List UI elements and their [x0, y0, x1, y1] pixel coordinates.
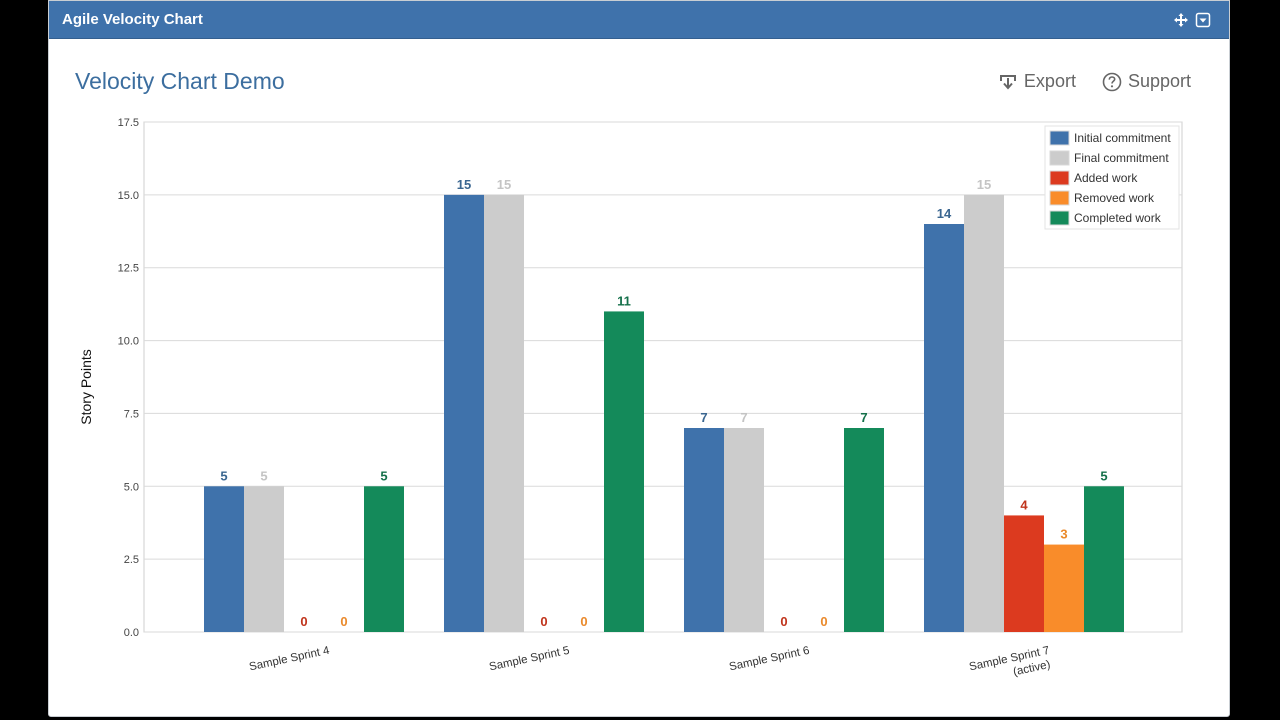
x-tick-label-line: Sample Sprint 5 [488, 645, 571, 674]
bar [924, 224, 964, 632]
data-label: 0 [820, 614, 827, 629]
legend-swatch [1049, 150, 1070, 166]
y-tick-label: 17.5 [118, 117, 139, 129]
data-label: 0 [540, 614, 547, 629]
bar [1044, 544, 1084, 632]
x-tick-label: Sample Sprint 4 [248, 645, 331, 674]
data-label: 7 [740, 410, 747, 425]
y-tick-label: 7.5 [124, 408, 139, 420]
x-tick-label: Sample Sprint 7(active) [968, 645, 1053, 687]
data-label: 0 [300, 614, 307, 629]
x-tick-label-line: Sample Sprint 4 [248, 645, 331, 674]
y-tick-label: 2.5 [124, 554, 139, 566]
data-label: 7 [860, 410, 867, 425]
bar [964, 194, 1004, 632]
data-label: 5 [220, 468, 227, 483]
x-tick-label-line: Sample Sprint 6 [728, 645, 811, 674]
y-axis-ticks: 0.0 2.5 5.0 7.5 10.0 12.5 15.0 17.5 [118, 117, 139, 639]
y-tick-label: 12.5 [118, 263, 139, 275]
data-label: 3 [1060, 527, 1067, 542]
data-label: 14 [937, 206, 952, 221]
legend-swatch [1049, 130, 1070, 146]
bar [1004, 515, 1044, 632]
data-label: 0 [780, 614, 787, 629]
data-label: 5 [260, 468, 267, 483]
y-tick-label: 15.0 [118, 190, 139, 202]
x-axis-labels: Sample Sprint 4 Sample Sprint 5 Sample Spr… [248, 645, 1053, 687]
data-label: 11 [617, 293, 631, 308]
legend: Initial commitment Final commitment Added … [1044, 125, 1180, 230]
bar [444, 194, 484, 632]
data-label: 4 [1020, 497, 1028, 512]
y-tick-label: 5.0 [124, 481, 139, 493]
data-label: 15 [457, 177, 471, 192]
bar [844, 428, 884, 632]
y-axis-label: Story Points [78, 349, 94, 424]
velocity-chart: 0.0 2.5 5.0 7.5 10.0 12.5 15.0 17.5 Story Point… [78, 117, 1183, 687]
legend-label: Added work [1074, 171, 1138, 185]
data-label: 15 [977, 177, 991, 192]
bar [244, 486, 284, 632]
data-label: 15 [497, 177, 511, 192]
bar [684, 428, 724, 632]
data-label: 5 [380, 468, 387, 483]
bar [364, 486, 404, 632]
data-label: 7 [700, 410, 707, 425]
legend-label: Final commitment [1074, 151, 1169, 165]
bar [484, 194, 524, 632]
data-label: 0 [580, 614, 587, 629]
data-label: 5 [1100, 468, 1107, 483]
bar [204, 486, 244, 632]
x-tick-label: Sample Sprint 6 [728, 645, 811, 674]
legend-swatch [1049, 190, 1070, 206]
legend-label: Completed work [1074, 211, 1162, 225]
data-label: 0 [340, 614, 347, 629]
x-tick-label: Sample Sprint 5 [488, 645, 571, 674]
bar [724, 428, 764, 632]
legend-label: Initial commitment [1074, 131, 1171, 145]
legend-swatch [1049, 170, 1070, 186]
y-tick-label: 0.0 [124, 627, 139, 639]
bar [604, 311, 644, 632]
y-tick-label: 10.0 [118, 336, 139, 348]
bar [1084, 486, 1124, 632]
legend-label: Removed work [1074, 191, 1155, 205]
legend-swatch [1049, 210, 1070, 226]
